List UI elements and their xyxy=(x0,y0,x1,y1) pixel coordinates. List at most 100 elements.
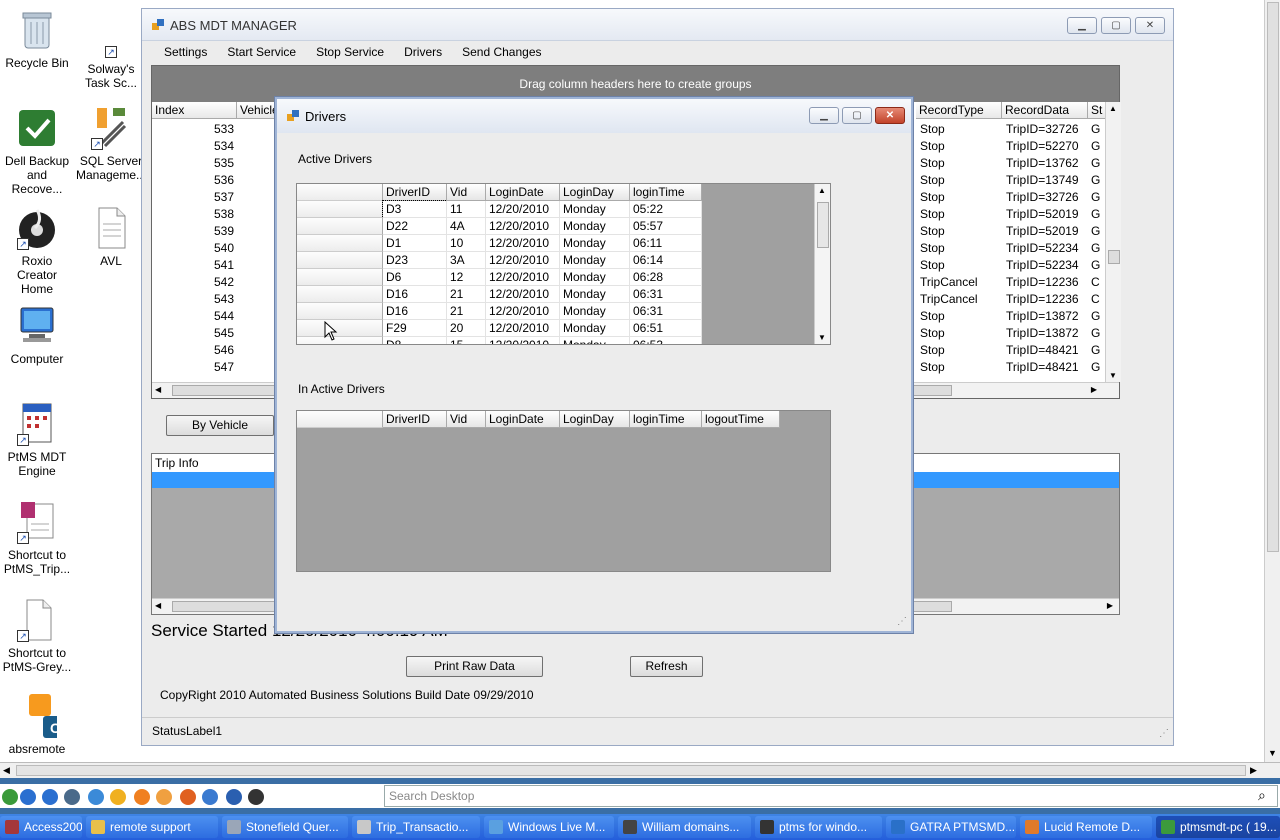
record-data-cell[interactable]: TripID=52234 xyxy=(1006,257,1088,274)
driver-cell-day[interactable]: Monday xyxy=(560,218,630,235)
column-header-logindate[interactable]: LoginDate xyxy=(486,184,560,201)
driver-cell-day[interactable]: Monday xyxy=(560,303,630,320)
desktop-icon-computer[interactable]: Computer xyxy=(0,304,74,366)
search-icon[interactable]: ⌕ xyxy=(1258,787,1266,804)
desktop-icon-avl[interactable]: AVL xyxy=(74,206,148,268)
column-header-index[interactable]: Index xyxy=(152,102,237,119)
record-index-cell[interactable]: 542 xyxy=(152,274,234,291)
record-index-cell[interactable]: 544 xyxy=(152,308,234,325)
menu-drivers[interactable]: Drivers xyxy=(394,45,452,59)
record-status-cell[interactable]: C xyxy=(1091,291,1105,308)
driver-cell-driver[interactable]: D1 xyxy=(383,235,447,252)
column-header-loginday[interactable]: LoginDay xyxy=(560,184,630,201)
record-data-cell[interactable]: TripID=13872 xyxy=(1006,325,1088,342)
column-header-driverid[interactable]: DriverID xyxy=(383,411,447,428)
column-header-logintime[interactable]: loginTime xyxy=(630,184,702,201)
firefox-icon[interactable] xyxy=(180,789,196,805)
driver-cell-vid[interactable]: 11 xyxy=(447,201,486,218)
record-index-cell[interactable]: 546 xyxy=(152,342,234,359)
desktop-horizontal-scrollbar[interactable]: ◀ ▶ xyxy=(0,762,1280,778)
scroll-right-arrow-icon[interactable]: ▶ xyxy=(1091,385,1097,394)
dialog-resize-grip-icon[interactable]: ⋰ xyxy=(897,616,907,627)
column-header-vid[interactable]: Vid xyxy=(447,184,486,201)
driver-cell-driver[interactable]: D16 xyxy=(383,303,447,320)
record-type-cell[interactable]: Stop xyxy=(920,121,1002,138)
scroll-down-arrow-icon[interactable]: ▼ xyxy=(818,333,826,342)
column-header-loginday[interactable]: LoginDay xyxy=(560,411,630,428)
record-type-cell[interactable]: Stop xyxy=(920,359,1002,376)
menu-stop-service[interactable]: Stop Service xyxy=(306,45,394,59)
driver-cell-driver[interactable]: D8 xyxy=(383,337,447,344)
taskbar-button[interactable]: remote support xyxy=(86,816,218,838)
record-status-cell[interactable]: G xyxy=(1091,121,1105,138)
scroll-thumb[interactable] xyxy=(1108,250,1120,264)
taskbar-button[interactable]: Lucid Remote D... xyxy=(1020,816,1152,838)
scroll-right-arrow-icon[interactable]: ▶ xyxy=(1107,601,1113,610)
driver-cell-vid[interactable]: 15 xyxy=(447,337,486,344)
scroll-right-arrow-icon[interactable]: ▶ xyxy=(1250,765,1257,776)
taskbar-button[interactable]: ptmsmdt-pc ( 19... xyxy=(1156,816,1280,838)
record-data-cell[interactable]: TripID=52234 xyxy=(1006,240,1088,257)
driver-cell-driver[interactable]: D6 xyxy=(383,269,447,286)
record-status-cell[interactable]: G xyxy=(1091,342,1105,359)
records-vertical-scrollbar[interactable]: ▲ ▼ xyxy=(1105,102,1121,382)
driver-cell-time[interactable]: 06:53 xyxy=(630,337,702,344)
dialog-minimize-button[interactable]: ▁ xyxy=(809,107,839,124)
quicklaunch-icon[interactable] xyxy=(64,789,80,805)
main-titlebar[interactable]: ABS MDT MANAGER ▁ ▢ ✕ xyxy=(142,9,1173,41)
record-type-cell[interactable]: TripCancel xyxy=(920,291,1002,308)
taskbar-button[interactable]: Access2007 xyxy=(0,816,82,838)
driver-cell-time[interactable]: 05:22 xyxy=(630,201,702,218)
record-status-cell[interactable]: G xyxy=(1091,206,1105,223)
record-data-cell[interactable]: TripID=32726 xyxy=(1006,121,1088,138)
driver-cell-day[interactable]: Monday xyxy=(560,337,630,344)
record-type-cell[interactable]: Stop xyxy=(920,325,1002,342)
desktop-icon-recycle-bin[interactable]: Recycle Bin xyxy=(0,8,74,70)
record-data-cell[interactable]: TripID=52019 xyxy=(1006,223,1088,240)
driver-cell-time[interactable]: 06:14 xyxy=(630,252,702,269)
desktop-vertical-scrollbar[interactable]: ▼ xyxy=(1264,0,1280,762)
driver-cell-day[interactable]: Monday xyxy=(560,286,630,303)
desktop-icon-solway[interactable]: ↗ Solway's Task Sc... xyxy=(74,38,148,90)
record-status-cell[interactable]: G xyxy=(1091,325,1105,342)
record-status-cell[interactable]: G xyxy=(1091,240,1105,257)
record-index-cell[interactable]: 536 xyxy=(152,172,234,189)
record-status-cell[interactable]: G xyxy=(1091,189,1105,206)
driver-cell-date[interactable]: 12/20/2010 xyxy=(486,286,560,303)
record-index-cell[interactable]: 543 xyxy=(152,291,234,308)
row-header[interactable] xyxy=(297,218,383,235)
column-header-vid[interactable]: Vid xyxy=(447,411,486,428)
driver-cell-day[interactable]: Monday xyxy=(560,320,630,337)
row-header[interactable] xyxy=(297,303,383,320)
record-index-cell[interactable]: 538 xyxy=(152,206,234,223)
minimize-button[interactable]: ▁ xyxy=(1067,17,1097,34)
row-header[interactable] xyxy=(297,286,383,303)
driver-cell-date[interactable]: 12/20/2010 xyxy=(486,269,560,286)
record-data-cell[interactable]: TripID=32726 xyxy=(1006,189,1088,206)
driver-cell-driver[interactable]: D23 xyxy=(383,252,447,269)
record-type-cell[interactable]: Stop xyxy=(920,257,1002,274)
taskbar-button[interactable]: Stonefield Quer... xyxy=(222,816,348,838)
scroll-up-arrow-icon[interactable]: ▲ xyxy=(1109,104,1117,113)
driver-cell-time[interactable]: 06:31 xyxy=(630,286,702,303)
quicklaunch-icon[interactable] xyxy=(202,789,218,805)
record-index-cell[interactable]: 534 xyxy=(152,138,234,155)
scroll-left-arrow-icon[interactable]: ◀ xyxy=(3,765,10,776)
desktop-icon-ptms-trip[interactable]: ↗ Shortcut to PtMS_Trip... xyxy=(0,500,74,576)
taskbar-button[interactable]: GATRA PTMSMD... xyxy=(886,816,1016,838)
record-index-cell[interactable]: 537 xyxy=(152,189,234,206)
record-type-cell[interactable]: Stop xyxy=(920,172,1002,189)
driver-cell-date[interactable]: 12/20/2010 xyxy=(486,201,560,218)
taskbar-button[interactable]: ptms for windo... xyxy=(755,816,882,838)
resize-grip-icon[interactable]: ⋰ xyxy=(1159,728,1169,739)
driver-cell-driver[interactable]: D22 xyxy=(383,218,447,235)
record-type-cell[interactable]: Stop xyxy=(920,206,1002,223)
refresh-button[interactable]: Refresh xyxy=(630,656,703,677)
menu-send-changes[interactable]: Send Changes xyxy=(452,45,551,59)
driver-cell-vid[interactable]: 4A xyxy=(447,218,486,235)
quicklaunch-icon[interactable] xyxy=(42,789,58,805)
row-header[interactable] xyxy=(297,252,383,269)
driver-cell-time[interactable]: 06:31 xyxy=(630,303,702,320)
driver-cell-day[interactable]: Monday xyxy=(560,252,630,269)
driver-cell-day[interactable]: Monday xyxy=(560,201,630,218)
